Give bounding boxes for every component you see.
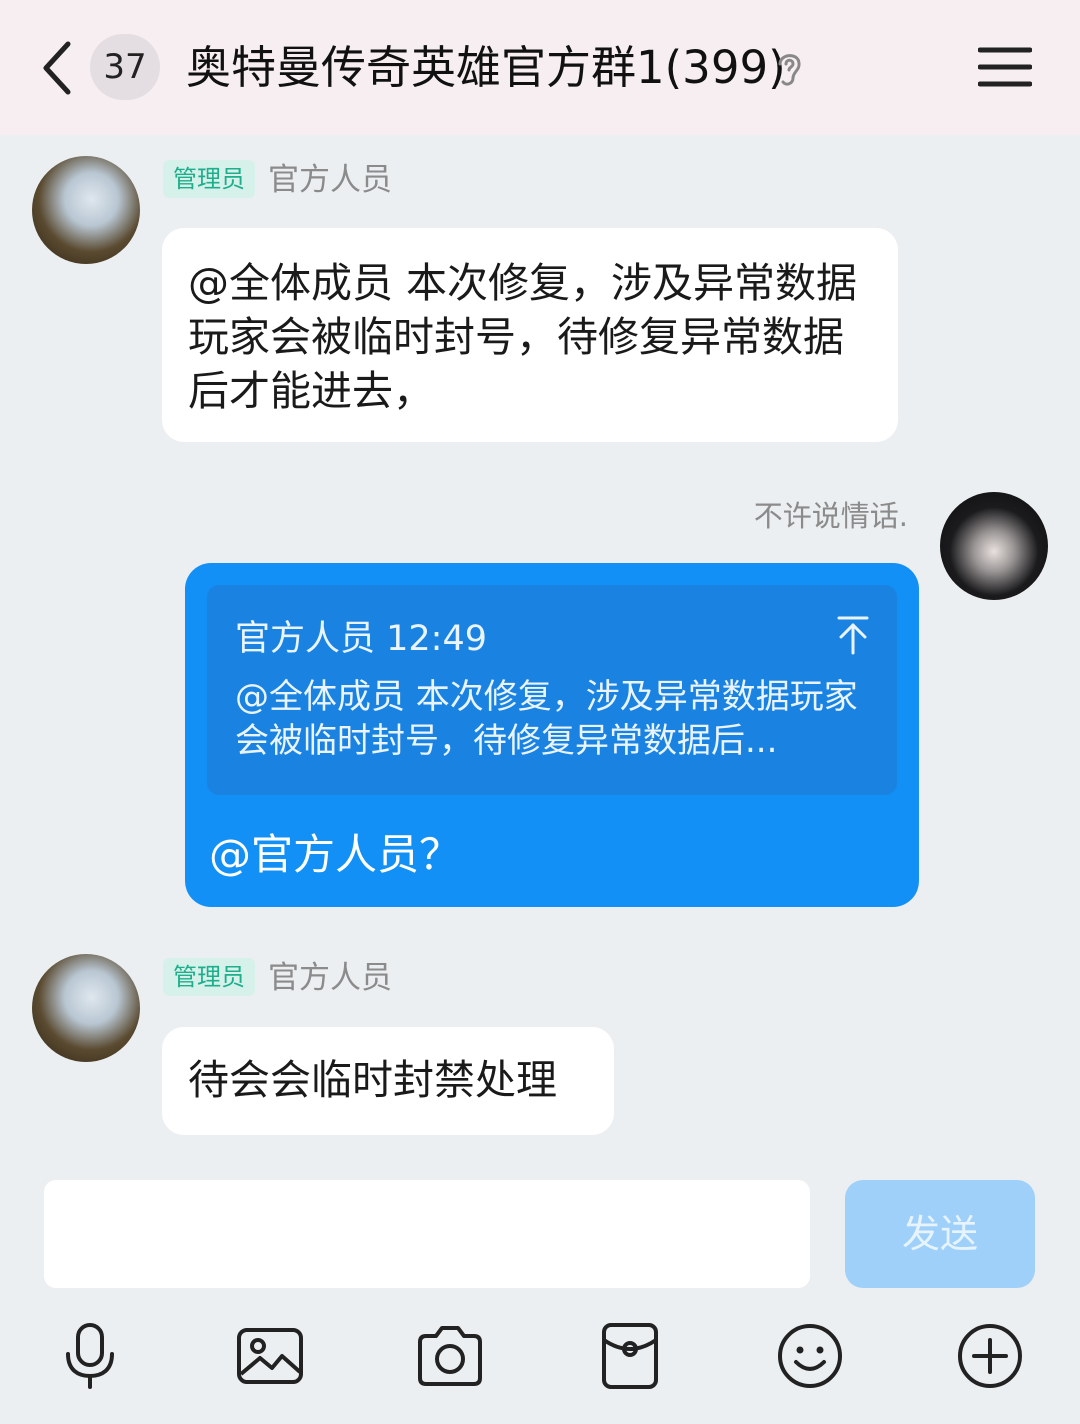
self-sender-name: 不许说情话. bbox=[753, 499, 908, 533]
message-text: 待会会临时封禁处理 bbox=[188, 1056, 557, 1104]
image-icon[interactable] bbox=[236, 1322, 304, 1390]
avatar-admin[interactable] bbox=[32, 954, 140, 1062]
sender-name[interactable]: 官方人员 bbox=[268, 958, 392, 998]
send-button[interactable]: 发送 bbox=[845, 1180, 1035, 1288]
group-title[interactable]: 奥特曼传奇英雄官方群1(399) bbox=[186, 38, 786, 98]
quoted-message[interactable]: 官方人员 12:49 @全体成员 本次修复，涉及异常数据玩家会被临时封号，待修复… bbox=[207, 585, 897, 795]
plus-icon[interactable] bbox=[956, 1322, 1024, 1390]
admin-role-tag: 管理员 bbox=[163, 160, 255, 198]
message-bubble[interactable]: 待会会临时封禁处理 bbox=[162, 1027, 614, 1135]
ear-icon bbox=[778, 54, 801, 86]
menu-icon[interactable] bbox=[978, 46, 1032, 88]
admin-role-tag: 管理员 bbox=[163, 958, 255, 996]
unread-count-badge[interactable]: 37 bbox=[90, 34, 160, 100]
quote-text: @全体成员 本次修复，涉及异常数据玩家会被临时封号，待修复异常数据后... bbox=[235, 677, 858, 761]
arrow-up-icon[interactable] bbox=[835, 615, 871, 655]
message-bubble[interactable]: @全体成员 本次修复，涉及异常数据玩家会被临时封号，待修复异常数据后才能进去， bbox=[162, 228, 898, 442]
quote-header: 官方人员 12:49 bbox=[235, 619, 487, 659]
reply-text: @官方人员？ bbox=[209, 830, 462, 879]
chat-header: 37 奥特曼传奇英雄官方群1(399) bbox=[0, 0, 1080, 135]
microphone-icon[interactable] bbox=[56, 1322, 124, 1390]
avatar-admin[interactable] bbox=[32, 156, 140, 264]
back-chevron-icon[interactable] bbox=[38, 40, 78, 96]
reply-message-bubble[interactable]: 官方人员 12:49 @全体成员 本次修复，涉及异常数据玩家会被临时封号，待修复… bbox=[185, 563, 919, 907]
sender-name[interactable]: 官方人员 bbox=[268, 160, 392, 200]
avatar-self[interactable] bbox=[940, 492, 1048, 600]
red-packet-icon[interactable] bbox=[596, 1322, 664, 1390]
message-text: @全体成员 本次修复，涉及异常数据玩家会被临时封号，待修复异常数据后才能进去， bbox=[188, 259, 858, 415]
emoji-icon[interactable] bbox=[776, 1322, 844, 1390]
camera-icon[interactable] bbox=[416, 1322, 484, 1390]
message-input[interactable] bbox=[44, 1180, 810, 1288]
